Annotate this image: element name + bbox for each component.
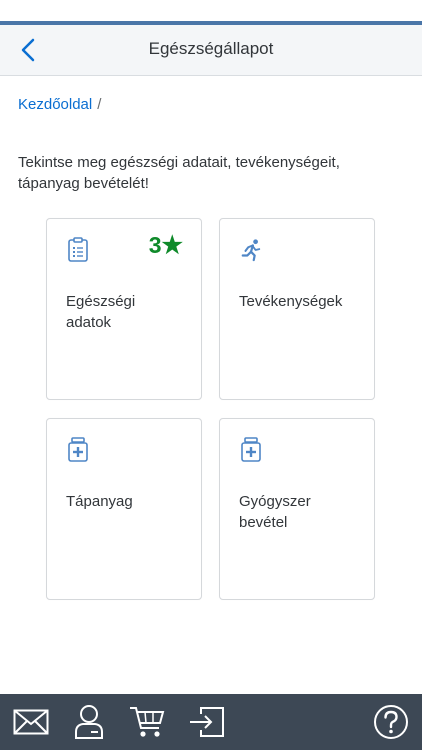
sign-in-button[interactable] xyxy=(188,703,226,741)
tile-label: Tevékenységek xyxy=(239,291,359,312)
help-icon xyxy=(374,705,408,739)
badge-count: 3 xyxy=(148,232,162,258)
notification-badge: 3★ xyxy=(149,231,183,260)
page-title: Egészségállapot xyxy=(148,39,274,58)
cart-button[interactable] xyxy=(128,703,166,741)
tile-nutrients[interactable]: Tápanyag xyxy=(46,418,202,600)
bottom-toolbar xyxy=(0,694,422,750)
clipboard-icon xyxy=(68,237,88,262)
intro-text: Tekintse meg egészségi adatait, tevékeny… xyxy=(18,154,340,192)
breadcrumb-home-link[interactable]: Kezdőoldal xyxy=(18,96,92,113)
tile-label-line: adatok xyxy=(66,314,112,331)
tile-label: Gyógyszer bevétel xyxy=(239,491,359,533)
cart-icon xyxy=(130,707,165,737)
tile-label-line: Tápanyag xyxy=(66,493,133,510)
tile-label-line: Egészségi xyxy=(66,293,136,310)
breadcrumb: Kezdőoldal / xyxy=(18,96,101,113)
tile-activities[interactable]: Tevékenységek xyxy=(219,218,375,400)
breadcrumb-separator: / xyxy=(97,96,102,113)
user-button[interactable] xyxy=(70,703,108,741)
tile-label: Egészségi adatok xyxy=(66,291,186,333)
sign-in-icon xyxy=(190,707,224,737)
running-person-icon xyxy=(241,239,261,262)
help-button[interactable] xyxy=(372,703,410,741)
star-icon: ★ xyxy=(161,232,183,259)
mail-icon xyxy=(13,709,49,735)
tile-label-line: Tevékenységek xyxy=(239,293,343,310)
medicine-bottle-icon xyxy=(241,437,261,462)
medicine-bottle-icon xyxy=(68,437,88,462)
back-button[interactable] xyxy=(12,35,44,65)
tile-health-data[interactable]: 3★ Egészségi adatok xyxy=(46,218,202,400)
app-header: Egészségállapot xyxy=(0,25,422,76)
chevron-left-icon xyxy=(21,38,35,62)
user-icon xyxy=(75,705,103,739)
tile-label: Tápanyag xyxy=(66,491,186,512)
mail-button[interactable] xyxy=(12,703,50,741)
tile-label-line: Gyógyszer xyxy=(239,493,311,510)
tile-medication-intake[interactable]: Gyógyszer bevétel xyxy=(219,418,375,600)
tile-label-line: bevétel xyxy=(239,514,288,531)
